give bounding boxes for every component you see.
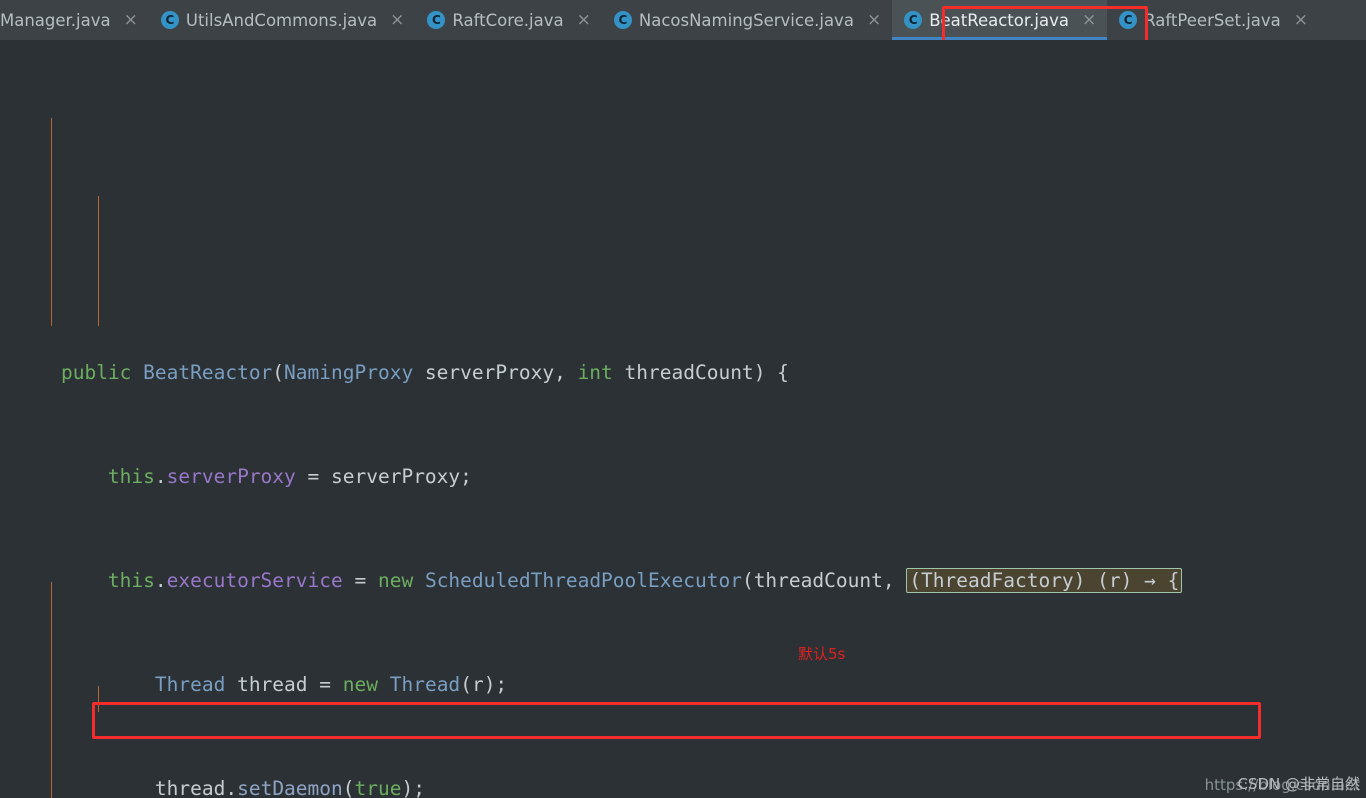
class-icon: C xyxy=(613,11,632,29)
watermark: https://blog.csdn.net CSDN @非常自然 xyxy=(1205,775,1360,794)
tab-manager-java[interactable]: Manager.java × xyxy=(0,0,149,40)
close-icon[interactable]: × xyxy=(124,11,138,29)
close-icon[interactable]: × xyxy=(390,11,404,29)
watermark-overlay: CSDN @非常自然 xyxy=(1237,775,1360,793)
close-icon[interactable]: × xyxy=(867,11,881,29)
class-icon: C xyxy=(1119,11,1138,29)
tab-utilsandcommons-java[interactable]: C UtilsAndCommons.java × xyxy=(148,0,416,40)
close-icon[interactable]: × xyxy=(1082,11,1096,29)
indent-guide xyxy=(98,196,99,326)
ide-window: Manager.java × C UtilsAndCommons.java × … xyxy=(0,0,1366,798)
tab-label: BeatReactor.java xyxy=(929,10,1069,30)
code-line: this.executorService = new ScheduledThre… xyxy=(0,568,1366,594)
code-content: public BeatReactor(NamingProxy serverPro… xyxy=(0,92,1366,798)
close-icon[interactable]: × xyxy=(577,11,591,29)
class-icon: C xyxy=(904,11,923,29)
tab-raftcore-java[interactable]: C RaftCore.java × xyxy=(415,0,602,40)
code-line: Thread thread = new Thread(r); xyxy=(154,673,508,696)
editor-tab-bar: Manager.java × C UtilsAndCommons.java × … xyxy=(0,0,1366,40)
code-line: this.serverProxy = serverProxy; xyxy=(107,465,472,488)
tab-nacosnamingservice-java[interactable]: C NacosNamingService.java × xyxy=(601,0,893,40)
tab-label: NacosNamingService.java xyxy=(638,10,854,30)
code-line: public BeatReactor(NamingProxy serverPro… xyxy=(60,361,789,384)
close-icon[interactable]: × xyxy=(1294,11,1308,29)
tab-beatreactor-java[interactable]: C BeatReactor.java × xyxy=(892,0,1108,40)
code-editor[interactable]: public BeatReactor(NamingProxy serverPro… xyxy=(0,40,1366,798)
class-icon: C xyxy=(427,11,446,29)
tab-label: UtilsAndCommons.java xyxy=(185,10,378,30)
indent-guide xyxy=(51,582,52,798)
tab-label: Manager.java xyxy=(0,10,111,30)
folded-lambda-chip[interactable]: (ThreadFactory) (r) → { xyxy=(906,568,1183,593)
code-line: thread.setDaemon(true); xyxy=(154,777,425,798)
tab-raftpeerset-java[interactable]: C RaftPeerSet.java × xyxy=(1107,0,1320,40)
class-icon: C xyxy=(160,11,179,29)
indent-guide xyxy=(98,686,99,712)
indent-guide xyxy=(51,118,52,326)
tab-label: RaftCore.java xyxy=(452,10,564,30)
tab-label: RaftPeerSet.java xyxy=(1144,10,1281,30)
annotation-note-default-5s: 默认5s xyxy=(798,645,846,663)
